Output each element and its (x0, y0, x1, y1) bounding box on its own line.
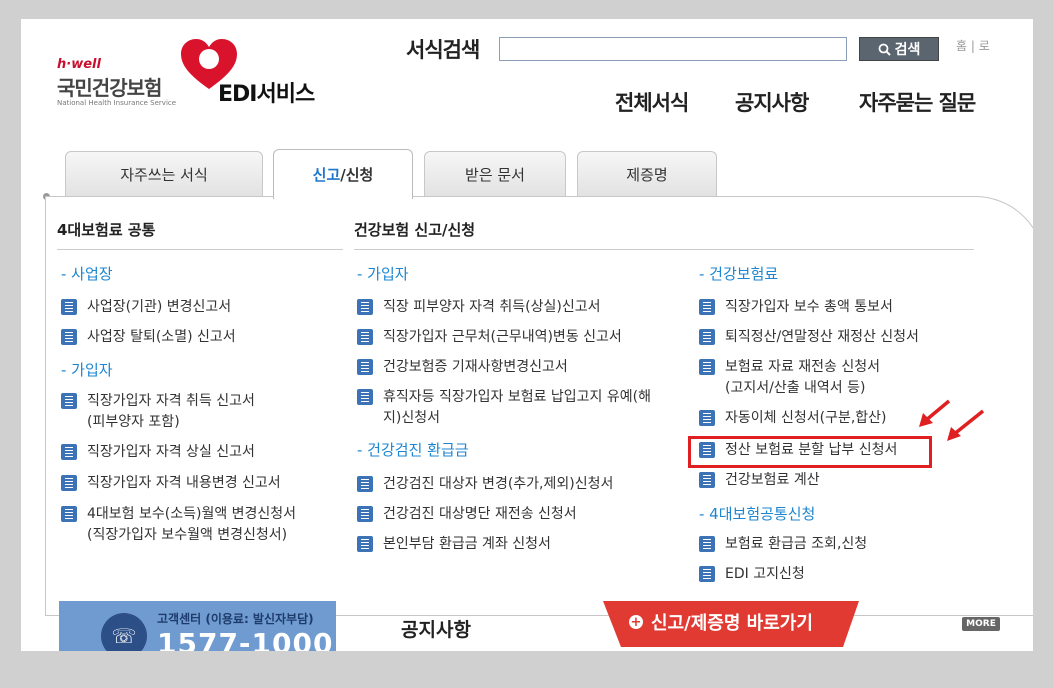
phone-icon: ☏ (101, 613, 147, 651)
menu-item-salary-change[interactable]: 4대보험 보수(소득)월액 변경신청서 (직장가입자 보수월액 변경신청서) (61, 504, 296, 546)
quick-link-label: 신고/제증명 바로가기 (651, 613, 813, 634)
nav-all-forms[interactable]: 전체서식 (615, 87, 689, 117)
customer-center-box: ☏ 고객센터 (이용료: 발신자부담) 1577-1000 (59, 601, 336, 651)
logo-name-en: National Health Insurance Service (57, 99, 177, 107)
document-icon (357, 329, 373, 345)
tab-report-label-1: 신고 (312, 166, 341, 184)
quick-link-button[interactable]: + 신고/제증명 바로가기 (629, 609, 813, 635)
menu-item-workplace-withdraw[interactable]: 사업장 탈퇴(소멸) 신고서 (61, 327, 236, 348)
menu-item-premium-calc[interactable]: 건강보험료 계산 (699, 470, 820, 491)
tab-certificate-label: 제증명 (626, 166, 668, 184)
document-icon (61, 329, 77, 345)
divider (57, 249, 343, 250)
logo-tag: h·well (57, 57, 101, 72)
tab-report[interactable]: 신고/신청 (273, 149, 413, 199)
nav-notice[interactable]: 공지사항 (735, 87, 809, 117)
menu-item-checkup-change[interactable]: 건강검진 대상자 변경(추가,제외)신청서 (357, 474, 613, 495)
menu-item-acquire[interactable]: 직장가입자 자격 취득 신고서 (피부양자 포함) (61, 391, 255, 433)
menu-item-content-change[interactable]: 직장가입자 자격 내용변경 신고서 (61, 473, 281, 494)
menu-item-refund-inquiry[interactable]: 보험료 환급금 조회,신청 (699, 534, 867, 555)
section-subscriber-health: - 가입자 (357, 265, 409, 283)
document-icon (61, 444, 77, 460)
menu-item-leave-defer[interactable]: 휴직자등 직장가입자 보험료 납입고지 유예(해 지)신청서 (357, 387, 651, 429)
section-workplace: - 사업장 (61, 265, 113, 283)
document-icon (61, 506, 77, 522)
menu-item-auto-transfer[interactable]: 자동이체 신청서(구분,합산) (699, 408, 887, 429)
document-icon (61, 393, 77, 409)
document-icon (357, 359, 373, 375)
tab-frequent-forms[interactable]: 자주쓰는 서식 (65, 151, 263, 197)
document-icon (357, 389, 373, 405)
document-icon (699, 410, 715, 426)
common-column-title: 4대보험료 공통 (57, 221, 156, 239)
highlight-box (688, 436, 932, 468)
section-checkup-refund: - 건강검진 환급금 (357, 441, 469, 459)
health-column-title: 건강보험 신고/신청 (354, 221, 476, 239)
menu-item-salary-total[interactable]: 직장가입자 보수 총액 통보서 (699, 297, 893, 318)
logo-name-ko: 국민건강보험 (57, 76, 162, 100)
more-button[interactable]: MORE (962, 617, 1000, 631)
notice-title[interactable]: 공지사항 (401, 615, 471, 642)
section-subscriber: - 가입자 (61, 361, 113, 379)
document-icon (699, 472, 715, 488)
document-icon (357, 476, 373, 492)
section-common-apply: - 4대보험공통신청 (699, 505, 816, 523)
plus-icon: + (629, 614, 643, 630)
menu-item-dependent[interactable]: 직장 피부양자 자격 취득(상실)신고서 (357, 297, 600, 318)
document-icon (699, 359, 715, 375)
page-frame: h·well 국민건강보험 National Health Insurance … (21, 19, 1033, 651)
tab-received-docs[interactable]: 받은 문서 (424, 151, 566, 197)
search-label: 서식검색 (406, 38, 480, 62)
search-button-label: 검색 (894, 42, 921, 58)
document-icon (699, 566, 715, 582)
nav-faq[interactable]: 자주묻는 질문 (859, 87, 976, 117)
document-icon (699, 536, 715, 552)
customer-center-number: 1577-1000 (157, 627, 334, 651)
document-icon (357, 506, 373, 522)
section-health-premium: - 건강보험료 (699, 265, 779, 283)
tab-frequent-label: 자주쓰는 서식 (120, 166, 208, 184)
search-button[interactable]: 검색 (859, 37, 939, 61)
search-icon (878, 43, 891, 56)
menu-item-checkup-resend[interactable]: 건강검진 대상명단 재전송 신청서 (357, 504, 577, 525)
document-icon (699, 329, 715, 345)
divider (354, 249, 974, 250)
tab-received-label: 받은 문서 (465, 166, 525, 184)
nhis-logo[interactable]: h·well 국민건강보험 National Health Insurance … (55, 39, 237, 109)
document-icon (357, 536, 373, 552)
document-icon (357, 299, 373, 315)
util-links[interactable]: 홈 | 로 (956, 37, 990, 54)
tab-certificate[interactable]: 제증명 (577, 151, 717, 197)
menu-item-loss[interactable]: 직장가입자 자격 상실 신고서 (61, 442, 255, 463)
menu-item-edi-notice[interactable]: EDI 고지신청 (699, 564, 805, 585)
red-arrow-icon (919, 399, 985, 441)
document-icon (61, 299, 77, 315)
menu-item-card-change[interactable]: 건강보험증 기재사항변경신고서 (357, 357, 568, 378)
menu-item-refund-account[interactable]: 본인부담 환급금 계좌 신청서 (357, 534, 551, 555)
document-icon (61, 475, 77, 491)
menu-item-workplace-change[interactable]: 사업장(기관) 변경신고서 (61, 297, 231, 318)
menu-item-resettlement[interactable]: 퇴직정산/연말정산 재정산 신청서 (699, 327, 919, 348)
customer-center-label: 고객센터 (이용료: 발신자부담) (157, 612, 314, 626)
tab-report-label-2: /신청 (340, 166, 374, 184)
menu-item-workplace-move[interactable]: 직장가입자 근무처(근무내역)변동 신고서 (357, 327, 622, 348)
document-icon (699, 299, 715, 315)
service-title: EDI서비스 (218, 82, 315, 107)
menu-item-data-resend[interactable]: 보험료 자료 재전송 신청서 (고지서/산출 내역서 등) (699, 357, 880, 399)
search-input[interactable] (499, 37, 847, 61)
